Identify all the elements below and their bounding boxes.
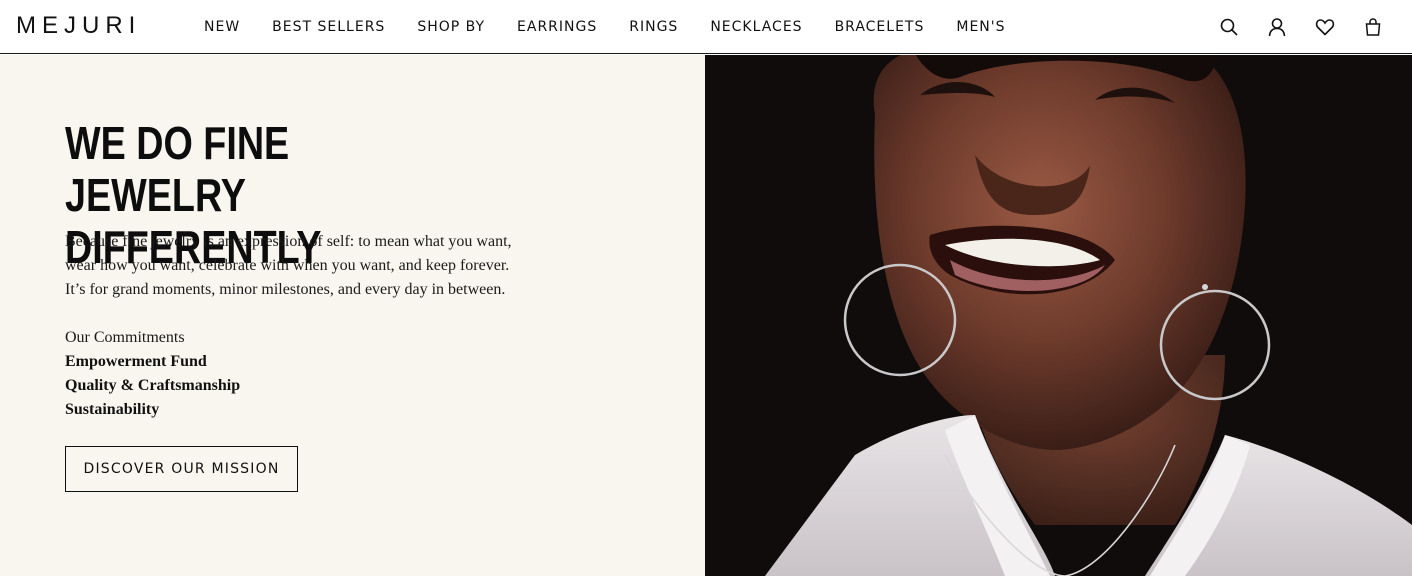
hero-description: Because fine jewelry is an expression of… xyxy=(65,233,512,298)
header-icons xyxy=(1216,15,1386,39)
search-icon[interactable] xyxy=(1216,15,1242,39)
commitments-heading: Our Commitments xyxy=(65,329,185,346)
hero-portrait-image xyxy=(705,55,1412,576)
nav-item-necklaces[interactable]: NECKLACES xyxy=(710,17,802,37)
hero-title-line-1: WE DO FINE JEWELRY xyxy=(65,117,290,221)
commitment-link-sustainability[interactable]: Sustainability xyxy=(65,398,240,422)
hero-text-panel: WE DO FINE JEWELRY DIFFERENTLY Because f… xyxy=(0,55,705,576)
commitments-list: Empowerment Fund Quality & Craftsmanship… xyxy=(65,350,240,422)
commitment-link-empowerment-fund[interactable]: Empowerment Fund xyxy=(65,350,240,374)
nav-item-bracelets[interactable]: BRACELETS xyxy=(835,17,925,37)
brand-logo[interactable]: MEJURI xyxy=(16,13,141,39)
shopping-bag-icon[interactable] xyxy=(1360,15,1386,39)
portrait-illustration xyxy=(705,55,1412,576)
wishlist-heart-icon[interactable] xyxy=(1312,15,1338,39)
nav-item-earrings[interactable]: EARRINGS xyxy=(517,17,597,37)
hero-section: WE DO FINE JEWELRY DIFFERENTLY Because f… xyxy=(0,55,1412,576)
main-nav: NEW BEST SELLERS SHOP BY EARRINGS RINGS … xyxy=(204,17,1006,37)
nav-item-best-sellers[interactable]: BEST SELLERS xyxy=(272,17,385,37)
account-icon[interactable] xyxy=(1264,15,1290,39)
nav-item-new[interactable]: NEW xyxy=(204,17,240,37)
nav-item-rings[interactable]: RINGS xyxy=(629,17,678,37)
discover-mission-button[interactable]: DISCOVER OUR MISSION xyxy=(65,446,298,492)
site-header: MEJURI NEW BEST SELLERS SHOP BY EARRINGS… xyxy=(0,0,1412,54)
nav-item-mens[interactable]: MEN'S xyxy=(956,17,1005,37)
nav-item-shop-by[interactable]: SHOP BY xyxy=(417,17,485,37)
commitment-link-quality-craftsmanship[interactable]: Quality & Craftsmanship xyxy=(65,374,240,398)
